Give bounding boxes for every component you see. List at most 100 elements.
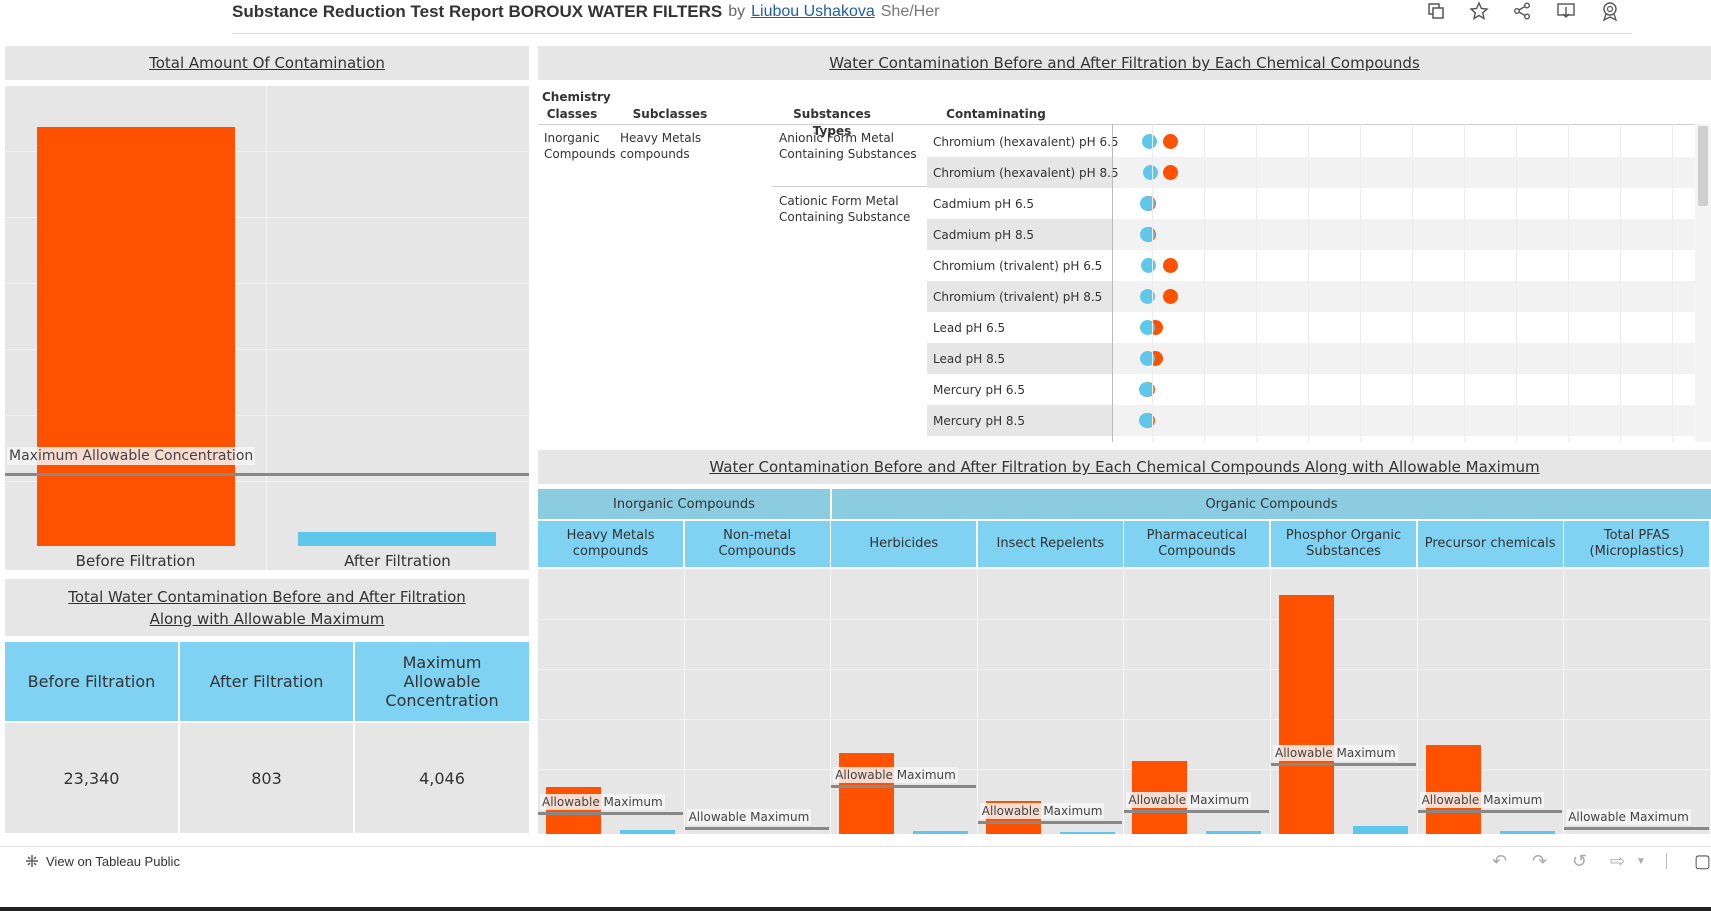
bar-after[interactable]: [1059, 831, 1115, 834]
gridline: [538, 619, 1711, 620]
redo-icon[interactable]: ↷: [1532, 851, 1547, 872]
bar-after-filtration[interactable]: [298, 531, 496, 546]
dot-gridline: [1568, 124, 1569, 442]
undo-icon[interactable]: ↶: [1492, 851, 1507, 872]
column-separator: [1123, 569, 1125, 834]
max-allowable-line: [5, 473, 529, 477]
header-divider: [538, 124, 1711, 125]
header-subclasses: Subclasses: [632, 107, 708, 121]
subclass-header: Total PFAS (Microplastics): [1564, 521, 1710, 567]
dot-gridline: [1620, 124, 1621, 442]
column-separator: [1416, 569, 1418, 834]
dot-after[interactable]: [1142, 165, 1158, 180]
chevron-down-icon[interactable]: ▼: [1636, 856, 1646, 867]
dot-axis-line: [1112, 124, 1113, 442]
kpi-header-max: Maximum Allowable Concentration: [355, 642, 529, 721]
bar-after[interactable]: [620, 829, 675, 834]
panel-title-total: Total Amount Of Contamination: [5, 46, 529, 80]
dot-before[interactable]: [1163, 134, 1178, 149]
column-separator: [830, 569, 832, 834]
star-icon[interactable]: [1467, 0, 1491, 22]
substance-name: Mercury pH 6.5: [933, 383, 1025, 397]
substance-name: Cadmium pH 8.5: [933, 228, 1035, 242]
dot-before[interactable]: [1163, 165, 1178, 180]
tableau-icon: [26, 855, 38, 867]
bar-after[interactable]: [1499, 830, 1555, 834]
panel-title-kpi: Total Water Contamination Before and Aft…: [5, 579, 529, 636]
substance-name: Chromium (hexavalent) pH 8.5: [933, 166, 1119, 180]
group-header-organic: Organic Compounds: [832, 489, 1711, 519]
subclass-header: Non-metal Compounds: [684, 521, 830, 567]
bar-before[interactable]: [839, 753, 895, 834]
kpi-value-max: 4,046: [355, 723, 529, 833]
allowable-max-line: [684, 827, 830, 831]
category-divider: [266, 86, 267, 570]
author-link[interactable]: Liubou Ushakova: [751, 3, 875, 21]
page-title: Substance Reduction Test Report BOROUX W…: [232, 2, 723, 21]
badge-icon[interactable]: [1598, 0, 1622, 22]
download-footer-icon[interactable]: ▢: [1694, 851, 1711, 872]
subclass-header: Heavy Metals compounds: [538, 521, 684, 567]
dot-gridline: [1516, 124, 1517, 442]
allowable-max-label: Allowable Maximum: [1273, 745, 1398, 762]
dot-gridline: [1464, 124, 1465, 442]
allowable-max-line: [1271, 763, 1416, 767]
dot-before[interactable]: [1163, 258, 1178, 273]
bar-before[interactable]: [1425, 745, 1481, 834]
title-row: Substance Reduction Test Report BOROUX W…: [232, 0, 939, 24]
subclass-label: Heavy Metals compounds: [620, 131, 702, 161]
header: Substance Reduction Test Report BOROUX W…: [0, 0, 1711, 36]
scrollbar-thumb[interactable]: [1698, 126, 1708, 206]
dot-after[interactable]: [1140, 258, 1156, 273]
allowable-max-line: [1417, 809, 1563, 813]
bottom-strip: [0, 874, 1711, 911]
header-divider: [232, 33, 1632, 34]
bar-before-filtration[interactable]: [37, 126, 235, 546]
kpi-value-before: 23,340: [5, 723, 178, 833]
allowable-max-line: [538, 811, 683, 815]
substance-name: Mercury pH 8.5: [933, 414, 1025, 428]
window-bottom-edge: [0, 907, 1711, 911]
axis-label-after: After Filtration: [344, 552, 451, 570]
kpi-header-before: Before Filtration: [5, 642, 178, 721]
bar-before[interactable]: [1279, 594, 1334, 834]
allowable-max-line: [1564, 827, 1709, 831]
footer-toolbar: View on Tableau Public ↶ ↷ ↺ ⇨ ▼ ▢: [0, 846, 1711, 874]
bar-after[interactable]: [913, 830, 969, 834]
by-label: by: [728, 3, 746, 20]
panel-title-dots: Water Contamination Before and After Fil…: [538, 46, 1711, 80]
gridline: [538, 769, 1711, 770]
allowable-max-label: Allowable Maximum: [1419, 791, 1545, 808]
view-on-tableau-label: View on Tableau Public: [46, 853, 180, 869]
refresh-icon[interactable]: ⇨: [1610, 851, 1625, 872]
subclass-header: Insect Repelents: [977, 521, 1123, 567]
gridline: [538, 669, 1711, 670]
view-on-tableau-link[interactable]: View on Tableau Public: [24, 853, 180, 869]
duplicate-icon[interactable]: [1424, 0, 1448, 22]
scrollbar-track[interactable]: [1695, 124, 1711, 442]
download-icon[interactable]: [1554, 0, 1578, 22]
substance-name: Chromium (trivalent) pH 8.5: [933, 290, 1103, 304]
allowable-max-label: Allowable Maximum: [1126, 791, 1252, 808]
column-separator: [683, 569, 685, 834]
revert-icon[interactable]: ↺: [1572, 851, 1587, 872]
author-pronouns: She/Her: [880, 3, 940, 20]
dot-gridline: [1308, 124, 1309, 442]
class-label: Inorganic Compounds: [544, 131, 616, 161]
bar-after[interactable]: [1353, 826, 1408, 834]
substance-name: Lead pH 6.5: [933, 321, 1006, 335]
total-chart-area: Maximum Allowable Concentration Before F…: [5, 86, 529, 570]
dot-after[interactable]: [1142, 134, 1157, 149]
share-icon[interactable]: [1510, 0, 1534, 22]
gridline: [538, 719, 1711, 720]
subclass-header: Phosphor Organic Substances: [1271, 521, 1417, 567]
substance-name: Cadmium pH 6.5: [933, 197, 1035, 211]
dot-before[interactable]: [1163, 289, 1178, 304]
bar-after[interactable]: [1206, 830, 1262, 834]
allowable-max-label: Allowable Maximum: [979, 802, 1105, 819]
allowable-max-label: Allowable Maximum: [686, 809, 812, 826]
panel-title-bottom: Water Contamination Before and After Fil…: [538, 450, 1711, 484]
allowable-max-line: [1124, 809, 1269, 813]
allowable-max-label: Allowable Maximum: [833, 767, 958, 784]
bottom-chart-area: Allowable Maximum Allowable Maximum Allowa…: [538, 569, 1711, 834]
